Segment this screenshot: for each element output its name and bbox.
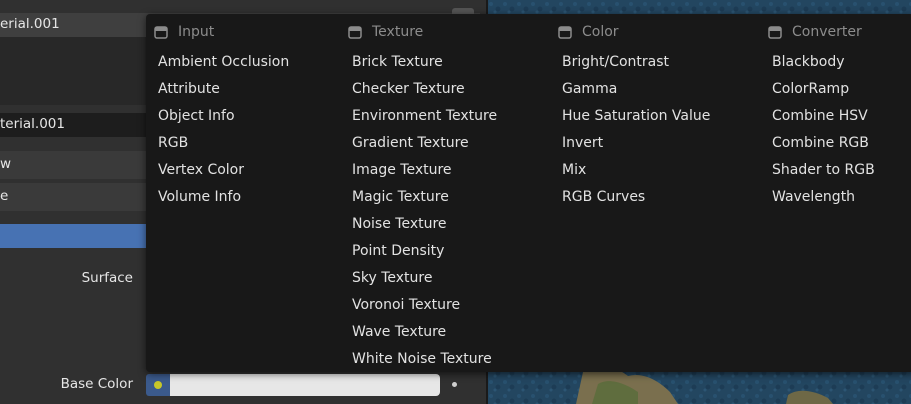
menu-item-ambient-occlusion[interactable]: Ambient Occlusion — [146, 49, 289, 76]
menu-item-voronoi-texture[interactable]: Voronoi Texture — [340, 292, 497, 319]
menu-item-rgb[interactable]: RGB — [146, 130, 289, 157]
menu-item-white-noise-texture[interactable]: White Noise Texture — [340, 346, 497, 373]
menu-item-sky-texture[interactable]: Sky Texture — [340, 265, 497, 292]
menu-item-volume-info[interactable]: Volume Info — [146, 184, 289, 211]
column-header-texture: Texture — [340, 22, 497, 42]
node-category-icon — [348, 25, 362, 39]
menu-item-blackbody[interactable]: Blackbody — [760, 49, 875, 76]
menu-item-wave-texture[interactable]: Wave Texture — [340, 319, 497, 346]
socket-link-button[interactable] — [146, 374, 170, 396]
add-node-menu: Input Ambient Occlusion Attribute Object… — [146, 14, 911, 372]
socket-dot-icon — [154, 381, 162, 389]
column-title: Texture — [372, 24, 424, 40]
node-category-icon — [154, 25, 168, 39]
menu-item-point-density[interactable]: Point Density — [340, 238, 497, 265]
menu-item-shader-to-rgb[interactable]: Shader to RGB — [760, 157, 875, 184]
menu-item-rgb-curves[interactable]: RGB Curves — [550, 184, 710, 211]
menu-item-image-texture[interactable]: Image Texture — [340, 157, 497, 184]
material-slot-name: erial.001 — [0, 16, 60, 32]
base-color-swatch[interactable] — [170, 374, 440, 396]
menu-item-colorramp[interactable]: ColorRamp — [760, 76, 875, 103]
node-category-icon — [558, 25, 572, 39]
menu-item-combine-rgb[interactable]: Combine RGB — [760, 130, 875, 157]
column-header-input: Input — [146, 22, 289, 42]
column-title: Input — [178, 24, 215, 40]
menu-column-texture: Texture Brick Texture Checker Texture En… — [340, 22, 497, 373]
column-header-converter: Converter — [760, 22, 875, 42]
menu-column-input: Input Ambient Occlusion Attribute Object… — [146, 22, 289, 211]
preview-label: w — [0, 156, 12, 172]
menu-item-wavelength[interactable]: Wavelength — [760, 184, 875, 211]
menu-item-brick-texture[interactable]: Brick Texture — [340, 49, 497, 76]
surface-label: Surface — [81, 270, 133, 286]
menu-item-mix[interactable]: Mix — [550, 157, 710, 184]
base-color-label: Base Color — [60, 376, 133, 392]
menu-item-gamma[interactable]: Gamma — [550, 76, 710, 103]
menu-item-hue-saturation-value[interactable]: Hue Saturation Value — [550, 103, 710, 130]
material-name: terial.001 — [0, 116, 65, 132]
menu-item-invert[interactable]: Invert — [550, 130, 710, 157]
column-title: Converter — [792, 24, 862, 40]
panel-header-label: e — [0, 188, 9, 204]
column-title: Color — [582, 24, 619, 40]
menu-item-noise-texture[interactable]: Noise Texture — [340, 211, 497, 238]
menu-item-combine-hsv[interactable]: Combine HSV — [760, 103, 875, 130]
menu-item-object-info[interactable]: Object Info — [146, 103, 289, 130]
node-category-icon — [768, 25, 782, 39]
menu-item-gradient-texture[interactable]: Gradient Texture — [340, 130, 497, 157]
menu-item-environment-texture[interactable]: Environment Texture — [340, 103, 497, 130]
menu-item-checker-texture[interactable]: Checker Texture — [340, 76, 497, 103]
column-header-color: Color — [550, 22, 710, 42]
menu-item-bright-contrast[interactable]: Bright/Contrast — [550, 49, 710, 76]
menu-item-vertex-color[interactable]: Vertex Color — [146, 157, 289, 184]
menu-column-color: Color Bright/Contrast Gamma Hue Saturati… — [550, 22, 710, 211]
keyframe-dot-icon[interactable] — [452, 382, 457, 387]
menu-item-attribute[interactable]: Attribute — [146, 76, 289, 103]
menu-column-converter: Converter Blackbody ColorRamp Combine HS… — [760, 22, 875, 211]
menu-item-magic-texture[interactable]: Magic Texture — [340, 184, 497, 211]
